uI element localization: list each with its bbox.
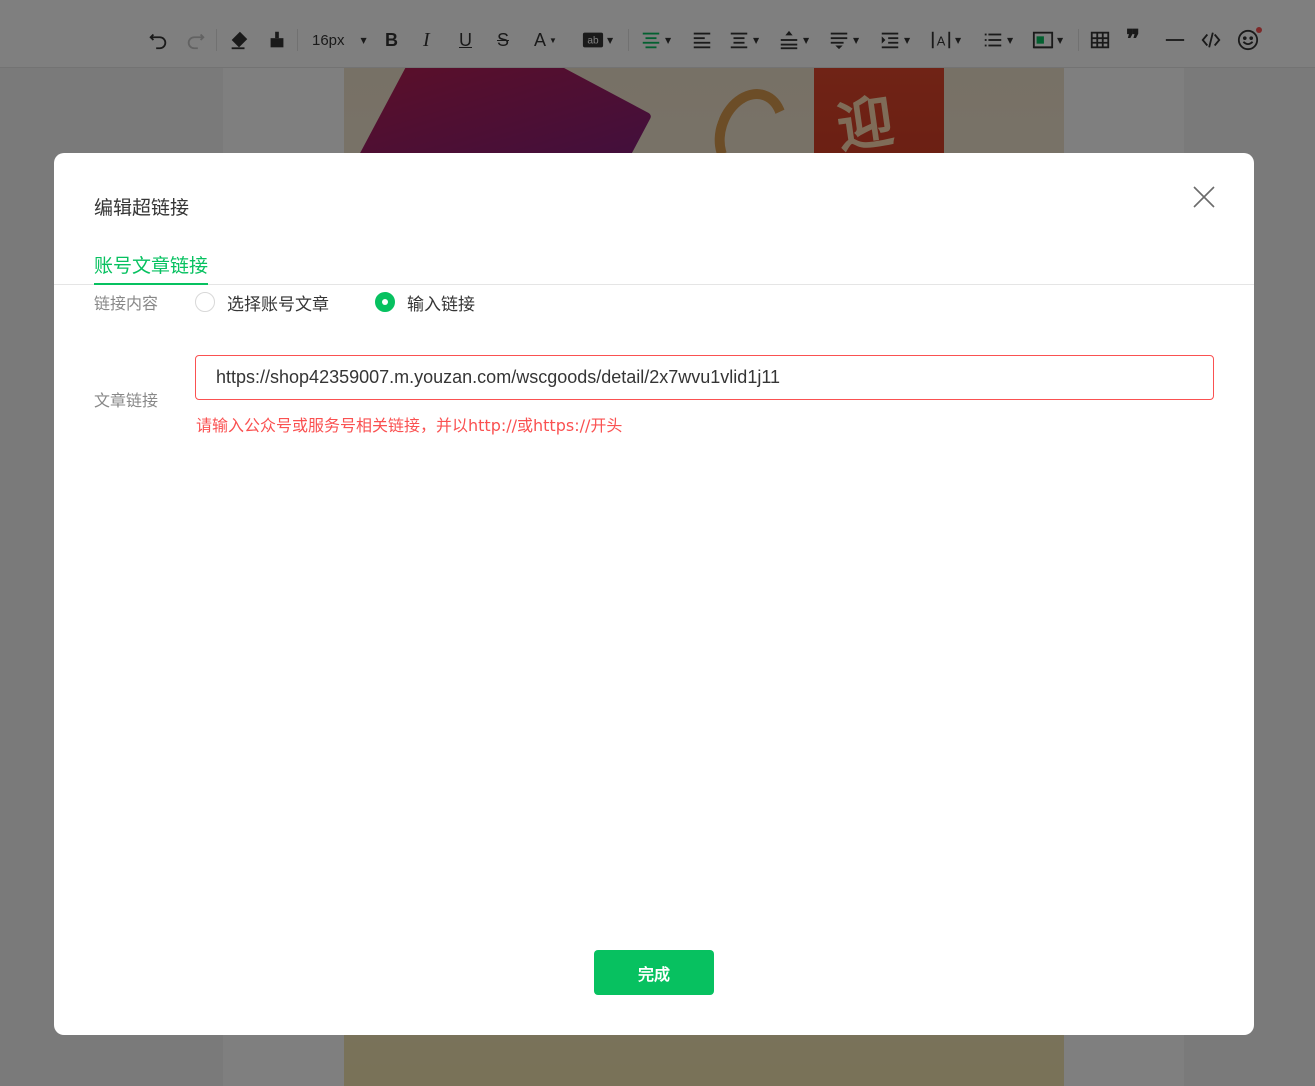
close-button[interactable] xyxy=(1190,183,1218,211)
tab-account-article-link[interactable]: 账号文章链接 xyxy=(94,251,209,285)
close-icon xyxy=(1193,186,1215,208)
error-message: 请输入公众号或服务号相关链接，并以http://或https://开头 xyxy=(196,416,623,435)
radio-button-checked[interactable] xyxy=(375,292,395,312)
article-link-label: 文章链接 xyxy=(94,391,159,410)
radio-input-link[interactable]: 输入链接 xyxy=(375,290,475,315)
link-content-label: 链接内容 xyxy=(94,294,159,313)
radio-label: 输入链接 xyxy=(407,294,475,315)
edit-link-dialog: 编辑超链接 账号文章链接 链接内容 选择账号文章 输入链接 文章链接 请输入公众… xyxy=(54,153,1254,1035)
done-button[interactable]: 完成 xyxy=(594,950,714,995)
radio-label: 选择账号文章 xyxy=(227,294,329,315)
radio-select-article[interactable]: 选择账号文章 xyxy=(195,290,329,315)
article-link-input[interactable] xyxy=(195,355,1214,400)
tab-bar: 账号文章链接 xyxy=(54,237,1254,285)
radio-button[interactable] xyxy=(195,292,215,312)
dialog-title: 编辑超链接 xyxy=(94,197,190,219)
